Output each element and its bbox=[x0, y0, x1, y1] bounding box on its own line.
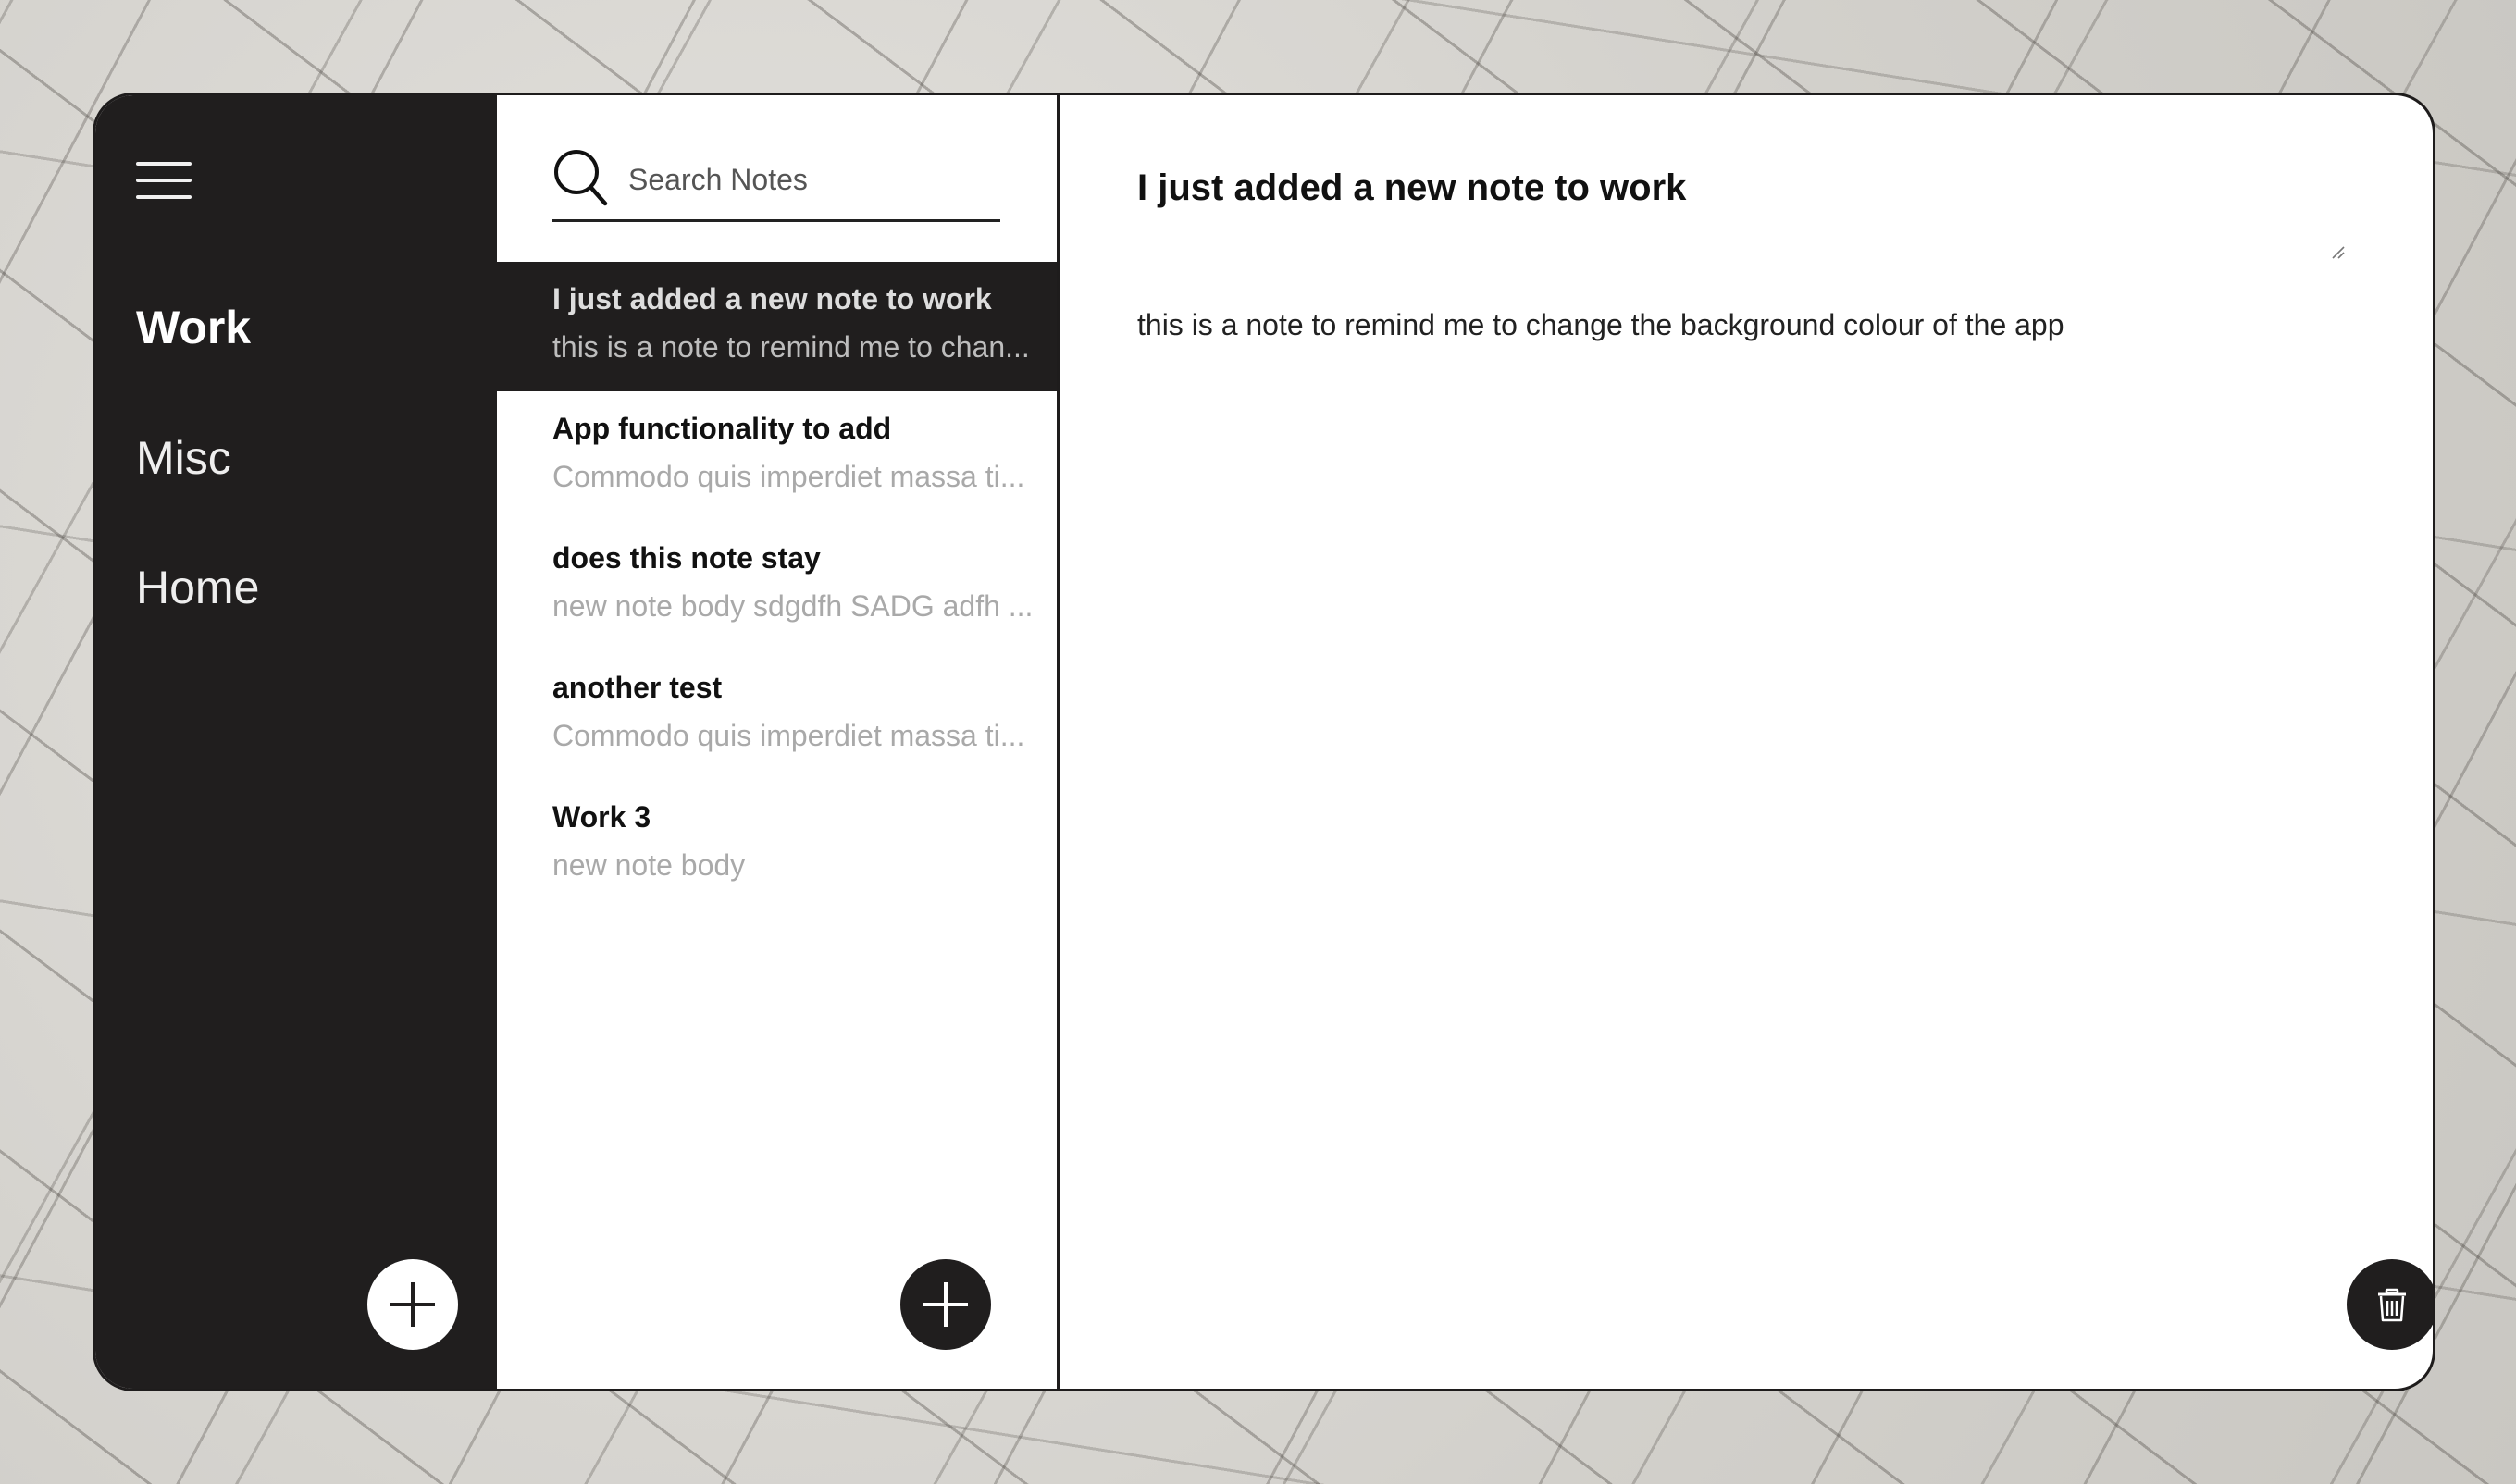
note-title: I just added a new note to work bbox=[552, 282, 992, 315]
note-item[interactable]: Work 3 new note body bbox=[497, 780, 1057, 909]
search-input[interactable] bbox=[626, 156, 991, 203]
plus-icon bbox=[923, 1282, 968, 1327]
add-note-button[interactable] bbox=[900, 1259, 991, 1350]
search-icon[interactable] bbox=[552, 147, 608, 206]
trash-icon bbox=[2378, 1288, 2406, 1322]
note-editor: I just added a new note to work this is … bbox=[1060, 95, 2433, 1389]
note-title: does this note stay bbox=[552, 541, 821, 575]
note-preview: this is a note to remind me to chan... bbox=[552, 330, 1030, 364]
note-list: I just added a new note to work this is … bbox=[497, 262, 1057, 909]
notes-app-window: Work Misc Home I just added a new note t… bbox=[93, 93, 2435, 1391]
delete-note-button[interactable] bbox=[2347, 1259, 2433, 1350]
plus-icon bbox=[390, 1282, 435, 1327]
note-item[interactable]: I just added a new note to work this is … bbox=[497, 262, 1057, 391]
note-preview: Commodo quis imperdiet massa ti... bbox=[552, 460, 1025, 493]
note-preview: new note body sdgdfh SADG adfh ... bbox=[552, 589, 1034, 623]
category-work[interactable]: Work bbox=[136, 301, 251, 354]
note-preview: Commodo quis imperdiet massa ti... bbox=[552, 719, 1025, 752]
search-bar bbox=[552, 147, 1000, 222]
note-title-input[interactable]: I just added a new note to work bbox=[1137, 167, 2340, 209]
category-misc[interactable]: Misc bbox=[136, 431, 231, 485]
note-title: App functionality to add bbox=[552, 412, 892, 445]
note-item[interactable]: another test Commodo quis imperdiet mass… bbox=[497, 650, 1057, 780]
category-home[interactable]: Home bbox=[136, 561, 259, 614]
note-body-textarea[interactable]: this is a note to remind me to change th… bbox=[1137, 308, 2340, 342]
hamburger-menu-icon[interactable] bbox=[136, 158, 195, 206]
note-title: another test bbox=[552, 671, 723, 704]
category-sidebar: Work Misc Home bbox=[95, 95, 497, 1389]
note-item[interactable]: App functionality to add Commodo quis im… bbox=[497, 391, 1057, 521]
note-preview: new note body bbox=[552, 848, 746, 882]
note-item[interactable]: does this note stay new note body sdgdfh… bbox=[497, 521, 1057, 650]
notes-list-panel: I just added a new note to work this is … bbox=[497, 95, 1060, 1389]
note-title: Work 3 bbox=[552, 800, 651, 834]
add-category-button[interactable] bbox=[367, 1259, 458, 1350]
resize-grip-icon[interactable] bbox=[2329, 243, 2346, 260]
